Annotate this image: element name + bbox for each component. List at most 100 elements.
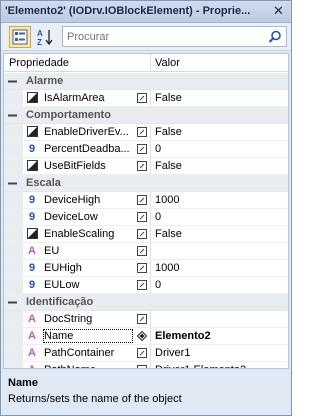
property-value[interactable]: Elemento2 — [155, 330, 285, 342]
column-header-property[interactable]: Propriedade — [9, 57, 69, 69]
property-name[interactable]: PercentDeadba... — [44, 143, 132, 155]
property-row[interactable]: IsAlarmArea False — [4, 90, 288, 107]
property-name[interactable]: PathName — [44, 364, 132, 368]
search-input[interactable] — [67, 29, 257, 44]
edit-icon[interactable] — [137, 161, 147, 171]
toolbar: A Z — [1, 23, 291, 51]
edit-icon[interactable] — [137, 229, 147, 239]
property-row[interactable]: A EU — [4, 243, 288, 260]
column-divider — [150, 90, 151, 106]
category-row[interactable]: Identificação — [4, 294, 288, 311]
column-divider — [150, 226, 151, 242]
property-name[interactable]: EUHigh — [44, 262, 132, 274]
description-text: Returns/sets the name of the object — [8, 393, 182, 405]
row-gutter — [4, 226, 23, 242]
property-row[interactable]: A DocString — [4, 311, 288, 328]
property-name[interactable]: EU — [44, 245, 132, 257]
close-icon[interactable]: ✕ — [271, 4, 286, 19]
row-gutter — [4, 260, 23, 276]
property-value[interactable]: 1000 — [155, 262, 285, 274]
property-value[interactable]: 0 — [155, 279, 285, 291]
collapse-icon[interactable] — [8, 111, 17, 120]
title-bar[interactable]: 'Elemento2' (IODrv.IOBlockElement) - Pro… — [1, 1, 291, 23]
collapse-icon[interactable] — [8, 298, 17, 307]
sort-az-icon: A Z — [37, 29, 53, 46]
property-name[interactable]: EnableScaling — [44, 228, 132, 240]
column-divider — [150, 54, 151, 72]
svg-text:Z: Z — [37, 38, 42, 46]
description-title: Name — [8, 377, 38, 389]
property-row[interactable]: UseBitFields False — [4, 158, 288, 175]
collapse-icon[interactable] — [8, 179, 17, 188]
property-name[interactable]: DeviceLow — [44, 211, 132, 223]
property-row[interactable]: 9 EULow 0 — [4, 277, 288, 294]
property-row[interactable]: 9 PercentDeadba... 0 — [4, 141, 288, 158]
number-icon: 9 — [28, 211, 36, 223]
edit-icon[interactable] — [137, 212, 147, 222]
category-row[interactable]: Alarme — [4, 73, 288, 90]
category-row[interactable]: Escala — [4, 175, 288, 192]
property-value[interactable]: Driver1 — [155, 347, 285, 359]
property-row[interactable]: A PathName Driver1.Elemento2 — [4, 362, 288, 368]
property-name[interactable]: DocString — [44, 313, 132, 325]
row-gutter — [4, 311, 23, 327]
property-name[interactable]: EULow — [44, 279, 132, 291]
property-name[interactable]: EnableDriverEv... — [44, 126, 132, 138]
property-value[interactable]: 1000 — [155, 194, 285, 206]
window-title: 'Elemento2' (IODrv.IOBlockElement) - Pro… — [5, 5, 251, 17]
property-row[interactable]: EnableScaling False — [4, 226, 288, 243]
boolean-icon — [26, 92, 38, 104]
property-name[interactable]: Name — [43, 329, 133, 343]
row-gutter — [4, 362, 23, 368]
edit-icon[interactable] — [137, 195, 147, 205]
property-name[interactable]: UseBitFields — [44, 160, 132, 172]
property-row[interactable]: EnableDriverEv... False — [4, 124, 288, 141]
row-gutter — [4, 209, 23, 225]
property-value[interactable]: 0 — [155, 211, 285, 223]
property-row[interactable]: A Name Elemento2 — [4, 328, 288, 345]
column-divider — [150, 345, 151, 361]
alphabetical-sort-button[interactable]: A Z — [34, 26, 56, 48]
property-value[interactable]: False — [155, 126, 285, 138]
column-divider — [150, 311, 151, 327]
property-row[interactable]: A PathContainer Driver1 — [4, 345, 288, 362]
property-value[interactable]: False — [155, 228, 285, 240]
category-row[interactable]: Comportamento — [4, 107, 288, 124]
property-name[interactable]: IsAlarmArea — [44, 92, 132, 104]
property-grid: Propriedade Valor Alarme IsAlarmArea False… — [3, 53, 289, 369]
property-name[interactable]: DeviceHigh — [44, 194, 132, 206]
column-divider — [150, 243, 151, 259]
edit-icon[interactable] — [137, 93, 147, 103]
edit-icon[interactable] — [137, 127, 147, 137]
collapse-icon[interactable] — [8, 77, 17, 86]
category-label: Identificação — [26, 296, 94, 308]
property-value[interactable]: 0 — [155, 143, 285, 155]
edit-icon[interactable] — [137, 314, 147, 324]
edit-icon[interactable] — [137, 365, 147, 368]
edit-icon[interactable] — [137, 144, 147, 154]
property-name[interactable]: PathContainer — [44, 347, 132, 359]
search-icon[interactable] — [268, 30, 282, 44]
column-divider — [150, 277, 151, 293]
category-label: Alarme — [26, 75, 64, 87]
row-gutter — [4, 192, 23, 208]
key-icon[interactable] — [136, 330, 148, 342]
string-icon: A — [28, 347, 36, 359]
search-box[interactable] — [62, 26, 287, 47]
property-row[interactable]: 9 DeviceHigh 1000 — [4, 192, 288, 209]
properties-window: 'Elemento2' (IODrv.IOBlockElement) - Pro… — [0, 0, 292, 416]
property-value[interactable]: False — [155, 92, 285, 104]
property-row[interactable]: 9 EUHigh 1000 — [4, 260, 288, 277]
property-value[interactable]: Driver1.Elemento2 — [155, 364, 285, 368]
edit-icon[interactable] — [137, 280, 147, 290]
property-row[interactable]: 9 DeviceLow 0 — [4, 209, 288, 226]
edit-icon[interactable] — [137, 246, 147, 256]
column-divider — [150, 141, 151, 157]
column-header-value[interactable]: Valor — [155, 57, 180, 69]
property-value[interactable]: False — [155, 160, 285, 172]
edit-icon[interactable] — [137, 348, 147, 358]
row-gutter — [4, 158, 23, 174]
edit-icon[interactable] — [137, 263, 147, 273]
categorized-view-button[interactable] — [9, 26, 31, 48]
scrollbar[interactable] — [285, 73, 288, 368]
